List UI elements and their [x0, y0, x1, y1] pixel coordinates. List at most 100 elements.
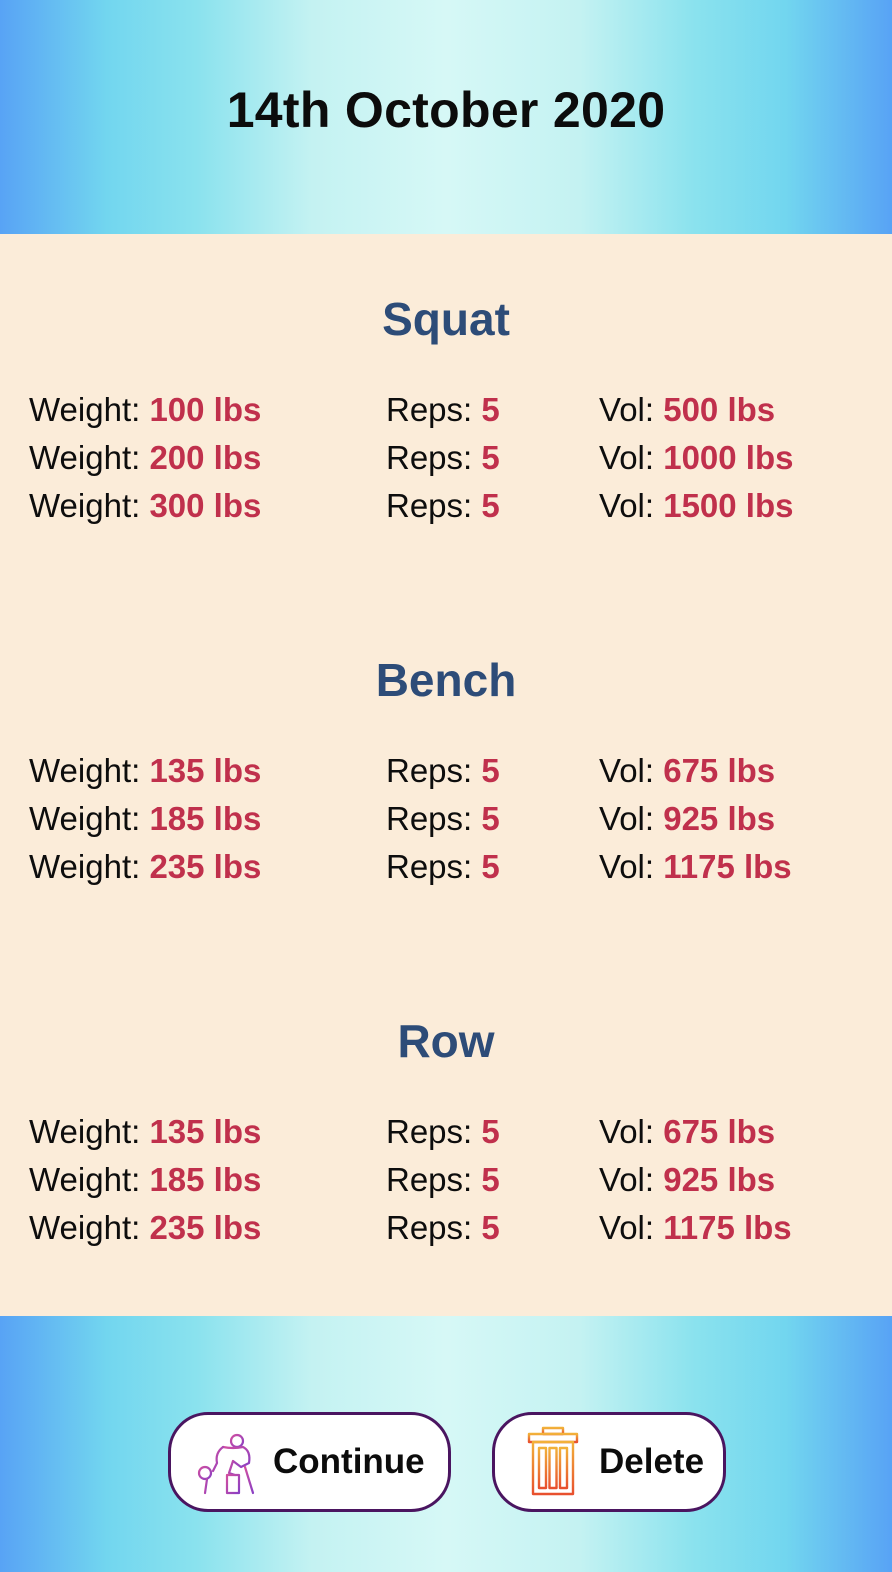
- weight-value: 235 lbs: [149, 1209, 262, 1246]
- set-row: Weight: 200 lbs Reps: 5 Vol: 1000 lbs: [0, 434, 892, 482]
- reps-label: Reps:: [386, 391, 473, 428]
- page-title: 14th October 2020: [226, 82, 666, 138]
- exercise-name: Squat: [382, 293, 510, 345]
- set-row: Weight: 135 lbs Reps: 5 Vol: 675 lbs: [0, 1108, 892, 1156]
- reps-label: Reps:: [386, 1209, 473, 1246]
- weight-cell: Weight: 135 lbs: [29, 747, 261, 795]
- continue-button[interactable]: Continue: [168, 1412, 451, 1512]
- vol-label: Vol:: [599, 752, 655, 789]
- vol-label: Vol:: [599, 391, 655, 428]
- vol-value: 925 lbs: [663, 1161, 776, 1198]
- reps-value: 5: [481, 1209, 500, 1246]
- weight-value: 200 lbs: [149, 439, 262, 476]
- exercise-name: Row: [397, 1015, 495, 1067]
- footer-bar: Continue Delete: [0, 1316, 892, 1572]
- vol-label: Vol:: [599, 800, 655, 837]
- weight-label: Weight:: [29, 752, 141, 789]
- vol-label: Vol:: [599, 1209, 655, 1246]
- weight-value: 135 lbs: [149, 1113, 262, 1150]
- reps-label: Reps:: [386, 487, 473, 524]
- vol-cell: Vol: 1500 lbs: [599, 482, 793, 530]
- reps-label: Reps:: [386, 439, 473, 476]
- weight-value: 185 lbs: [149, 1161, 262, 1198]
- delete-button[interactable]: Delete: [492, 1412, 726, 1512]
- sets-list: Weight: 100 lbs Reps: 5 Vol: 500 lbs Wei…: [0, 386, 892, 530]
- vol-cell: Vol: 675 lbs: [599, 747, 775, 795]
- workout-details: Squat Weight: 100 lbs Reps: 5 Vol: 500 l…: [0, 234, 892, 1316]
- vol-value: 1500 lbs: [663, 487, 794, 524]
- exercise-section-row: Row Weight: 135 lbs Reps: 5 Vol: 675 lbs…: [0, 1013, 892, 1246]
- reps-label: Reps:: [386, 800, 473, 837]
- sets-list: Weight: 135 lbs Reps: 5 Vol: 675 lbs Wei…: [0, 1108, 892, 1252]
- reps-cell: Reps: 5: [386, 482, 500, 530]
- set-row: Weight: 185 lbs Reps: 5 Vol: 925 lbs: [0, 795, 892, 843]
- vol-value: 1175 lbs: [663, 1209, 792, 1246]
- vol-value: 675 lbs: [663, 1113, 776, 1150]
- weight-cell: Weight: 200 lbs: [29, 434, 261, 482]
- set-row: Weight: 100 lbs Reps: 5 Vol: 500 lbs: [0, 386, 892, 434]
- reps-cell: Reps: 5: [386, 1204, 500, 1252]
- vol-cell: Vol: 675 lbs: [599, 1108, 775, 1156]
- continue-label: Continue: [273, 1442, 425, 1481]
- vol-cell: Vol: 1000 lbs: [599, 434, 793, 482]
- reps-cell: Reps: 5: [386, 434, 500, 482]
- reps-label: Reps:: [386, 1113, 473, 1150]
- vol-value: 675 lbs: [663, 752, 776, 789]
- reps-label: Reps:: [386, 752, 473, 789]
- reps-label: Reps:: [386, 848, 473, 885]
- weight-cell: Weight: 185 lbs: [29, 795, 261, 843]
- reps-cell: Reps: 5: [386, 386, 500, 434]
- weight-label: Weight:: [29, 1113, 141, 1150]
- vol-label: Vol:: [599, 1113, 655, 1150]
- weight-value: 100 lbs: [149, 391, 262, 428]
- weight-value: 135 lbs: [149, 752, 262, 789]
- reps-value: 5: [481, 391, 500, 428]
- vol-cell: Vol: 500 lbs: [599, 386, 775, 434]
- reps-cell: Reps: 5: [386, 795, 500, 843]
- vol-cell: Vol: 1175 lbs: [599, 843, 792, 891]
- weight-cell: Weight: 185 lbs: [29, 1156, 261, 1204]
- exercise-section-squat: Squat Weight: 100 lbs Reps: 5 Vol: 500 l…: [0, 291, 892, 524]
- reps-cell: Reps: 5: [386, 1156, 500, 1204]
- sets-list: Weight: 135 lbs Reps: 5 Vol: 675 lbs Wei…: [0, 747, 892, 891]
- weight-label: Weight:: [29, 1161, 141, 1198]
- set-row: Weight: 235 lbs Reps: 5 Vol: 1175 lbs: [0, 843, 892, 891]
- vol-label: Vol:: [599, 439, 655, 476]
- reps-value: 5: [481, 439, 500, 476]
- vol-cell: Vol: 925 lbs: [599, 795, 775, 843]
- set-row: Weight: 235 lbs Reps: 5 Vol: 1175 lbs: [0, 1204, 892, 1252]
- vol-value: 1000 lbs: [663, 439, 794, 476]
- reps-value: 5: [481, 800, 500, 837]
- vol-label: Vol:: [599, 848, 655, 885]
- reps-value: 5: [481, 1161, 500, 1198]
- reps-value: 5: [481, 1113, 500, 1150]
- weightlifter-icon: [193, 1427, 263, 1497]
- exercise-section-bench: Bench Weight: 135 lbs Reps: 5 Vol: 675 l…: [0, 652, 892, 885]
- set-row: Weight: 185 lbs Reps: 5 Vol: 925 lbs: [0, 1156, 892, 1204]
- exercise-name: Bench: [375, 654, 517, 706]
- weight-cell: Weight: 100 lbs: [29, 386, 261, 434]
- vol-value: 500 lbs: [663, 391, 776, 428]
- reps-value: 5: [481, 752, 500, 789]
- vol-value: 1175 lbs: [663, 848, 792, 885]
- weight-value: 235 lbs: [149, 848, 262, 885]
- weight-label: Weight:: [29, 1209, 141, 1246]
- reps-label: Reps:: [386, 1161, 473, 1198]
- vol-label: Vol:: [599, 487, 655, 524]
- trash-can-icon: [525, 1426, 581, 1498]
- reps-cell: Reps: 5: [386, 1108, 500, 1156]
- weight-value: 300 lbs: [149, 487, 262, 524]
- weight-label: Weight:: [29, 391, 141, 428]
- delete-label: Delete: [599, 1442, 705, 1481]
- weight-cell: Weight: 235 lbs: [29, 843, 261, 891]
- vol-value: 925 lbs: [663, 800, 776, 837]
- weight-cell: Weight: 300 lbs: [29, 482, 261, 530]
- weight-label: Weight:: [29, 439, 141, 476]
- weight-cell: Weight: 135 lbs: [29, 1108, 261, 1156]
- weight-label: Weight:: [29, 800, 141, 837]
- reps-cell: Reps: 5: [386, 843, 500, 891]
- weight-cell: Weight: 235 lbs: [29, 1204, 261, 1252]
- vol-label: Vol:: [599, 1161, 655, 1198]
- weight-value: 185 lbs: [149, 800, 262, 837]
- set-row: Weight: 135 lbs Reps: 5 Vol: 675 lbs: [0, 747, 892, 795]
